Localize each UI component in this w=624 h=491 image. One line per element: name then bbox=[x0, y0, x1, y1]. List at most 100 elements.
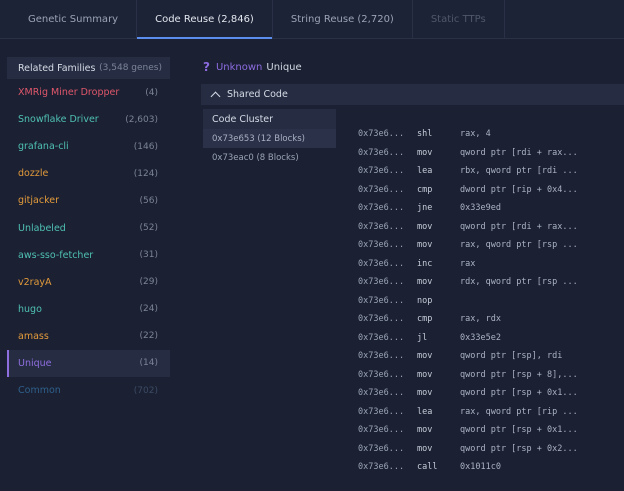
instruction-mnemonic: mov bbox=[417, 443, 433, 454]
instruction-mnemonic: jne bbox=[417, 203, 433, 214]
instruction-address: 0x73e6... bbox=[358, 147, 405, 158]
family-item[interactable]: XMRig Miner Dropper (4) bbox=[7, 79, 170, 106]
assembly-row: 0x73e6... mov qword ptr [rsp + 0x1... bbox=[358, 384, 624, 403]
family-name: Unique bbox=[18, 357, 52, 369]
instruction-address: 0x73e6... bbox=[358, 258, 405, 269]
instruction-operands: qword ptr [rsp + 0x1... bbox=[460, 425, 578, 436]
tab-string-reuse[interactable]: String Reuse (2,720) bbox=[273, 0, 413, 38]
instruction-address: 0x73e6... bbox=[358, 406, 405, 417]
family-name: gitjacker bbox=[18, 195, 59, 207]
chevron-up-icon bbox=[210, 91, 221, 102]
instruction-mnemonic: mov bbox=[417, 221, 433, 232]
instruction-operands: qword ptr [rsp + 0x1... bbox=[460, 388, 578, 399]
family-item[interactable]: dozzle (124) bbox=[7, 160, 170, 187]
instruction-mnemonic: nop bbox=[417, 295, 433, 306]
family-count: (14) bbox=[139, 358, 158, 369]
family-item[interactable]: aws-sso-fetcher (31) bbox=[7, 242, 170, 269]
instruction-address: 0x73e6... bbox=[358, 240, 405, 251]
assembly-row: 0x73e6... mov qword ptr [rdi + rax... bbox=[358, 218, 624, 237]
instruction-address: 0x73e6... bbox=[358, 166, 405, 177]
assembly-row: 0x73e6... mov qword ptr [rsp + 0x2... bbox=[358, 440, 624, 459]
instruction-operands: qword ptr [rsp], rdi bbox=[460, 351, 563, 362]
instruction-address: 0x73e6... bbox=[358, 295, 405, 306]
instruction-mnemonic: lea bbox=[417, 406, 433, 417]
instruction-address: 0x73e6... bbox=[358, 184, 405, 195]
code-cluster-item[interactable]: 0x73e653 (12 Blocks) bbox=[203, 129, 336, 148]
assembly-row: 0x73e6... mov rax, qword ptr [rsp ... bbox=[358, 236, 624, 255]
instruction-address: 0x73e6... bbox=[358, 129, 405, 140]
family-item[interactable]: gitjacker (56) bbox=[7, 187, 170, 214]
family-name: amass bbox=[18, 330, 49, 342]
instruction-mnemonic: cmp bbox=[417, 184, 433, 195]
instruction-mnemonic: jl bbox=[417, 332, 428, 343]
assembly-row: 0x73e6... mov qword ptr [rsp + 0x1... bbox=[358, 421, 624, 440]
instruction-address: 0x73e6... bbox=[358, 369, 405, 380]
assembly-row: 0x73e6... shl rax, 4 bbox=[358, 125, 624, 144]
family-item[interactable]: amass (22) bbox=[7, 323, 170, 350]
assembly-row: 0x73e6... jl 0x33e5e2 bbox=[358, 329, 624, 348]
tab-code-reuse[interactable]: Code Reuse (2,846) bbox=[137, 0, 273, 39]
family-count: (146) bbox=[133, 141, 158, 152]
instruction-operands: rax, qword ptr [rip ... bbox=[460, 406, 578, 417]
instruction-operands: rax, qword ptr [rsp ... bbox=[460, 240, 578, 251]
assembly-listing: 0x73e6... shl rax, 4 0x73e6... mov qword ptr … bbox=[358, 125, 624, 477]
code-cluster-header: Code Cluster bbox=[203, 109, 336, 129]
assembly-row: 0x73e6... lea rax, qword ptr [rip ... bbox=[358, 403, 624, 422]
family-item[interactable]: hugo (24) bbox=[7, 296, 170, 323]
instruction-operands: dword ptr [rip + 0x4... bbox=[460, 184, 578, 195]
code-cluster-item[interactable]: 0x73eac0 (8 Blocks) bbox=[203, 148, 336, 167]
instruction-mnemonic: inc bbox=[417, 258, 433, 269]
family-count: (4) bbox=[145, 87, 158, 98]
shared-code-toggle[interactable]: Shared Code bbox=[201, 84, 624, 105]
tab-genetic-summary[interactable]: Genetic Summary bbox=[10, 0, 138, 38]
tab-static-ttps[interactable]: Static TTPs bbox=[413, 0, 505, 38]
assembly-row: 0x73e6... nop bbox=[358, 292, 624, 311]
instruction-address: 0x73e6... bbox=[358, 443, 405, 454]
instruction-mnemonic: mov bbox=[417, 240, 433, 251]
instruction-mnemonic: shl bbox=[417, 129, 433, 140]
assembly-row: 0x73e6... cmp rax, rdx bbox=[358, 310, 624, 329]
instruction-operands: 0x33e5e2 bbox=[460, 332, 501, 343]
instruction-mnemonic: mov bbox=[417, 351, 433, 362]
classification-label: Unknown bbox=[215, 61, 263, 73]
family-item[interactable]: Unlabeled (52) bbox=[7, 214, 170, 241]
family-count: (22) bbox=[139, 331, 158, 342]
family-count: (124) bbox=[133, 168, 158, 179]
code-cluster-panel: Code Cluster 0x73e653 (12 Blocks) 0x73ea… bbox=[203, 109, 336, 167]
instruction-mnemonic: mov bbox=[417, 369, 433, 380]
classification-line: ? Unknown Unique bbox=[203, 60, 302, 74]
question-icon: ? bbox=[203, 60, 210, 74]
instruction-operands: rdx, qword ptr [rsp ... bbox=[460, 277, 578, 288]
family-name: XMRig Miner Dropper bbox=[18, 87, 120, 99]
family-name: aws-sso-fetcher bbox=[18, 249, 94, 261]
instruction-mnemonic: mov bbox=[417, 147, 433, 158]
family-list: XMRig Miner Dropper (4) Snowflake Driver (2… bbox=[7, 79, 170, 404]
instruction-address: 0x73e6... bbox=[358, 332, 405, 343]
instruction-operands: qword ptr [rdi + rax... bbox=[460, 147, 578, 158]
family-name: Common bbox=[18, 385, 61, 397]
instruction-operands: qword ptr [rsp + 8],... bbox=[460, 369, 578, 380]
instruction-mnemonic: call bbox=[417, 462, 438, 473]
assembly-row: 0x73e6... mov qword ptr [rdi + rax... bbox=[358, 144, 624, 163]
instruction-address: 0x73e6... bbox=[358, 462, 405, 473]
family-item[interactable]: Common (702) bbox=[7, 377, 170, 404]
family-count: (56) bbox=[139, 195, 158, 206]
instruction-address: 0x73e6... bbox=[358, 425, 405, 436]
related-families-title: Related Families bbox=[18, 62, 96, 74]
assembly-row: 0x73e6... inc rax bbox=[358, 255, 624, 274]
instruction-address: 0x73e6... bbox=[358, 388, 405, 399]
family-item[interactable]: v2rayA (29) bbox=[7, 269, 170, 296]
family-item[interactable]: Unique (14) bbox=[7, 349, 170, 378]
instruction-mnemonic: mov bbox=[417, 425, 433, 436]
instruction-address: 0x73e6... bbox=[358, 221, 405, 232]
assembly-row: 0x73e6... mov qword ptr [rsp + 8],... bbox=[358, 366, 624, 385]
instruction-address: 0x73e6... bbox=[358, 314, 405, 325]
instruction-operands: rax, rdx bbox=[460, 314, 501, 325]
family-count: (24) bbox=[139, 304, 158, 315]
related-families-header: Related Families (3,548 genes) bbox=[7, 57, 170, 79]
instruction-mnemonic: mov bbox=[417, 388, 433, 399]
family-item[interactable]: grafana-cli (146) bbox=[7, 133, 170, 160]
instruction-operands: rax bbox=[460, 258, 476, 269]
family-item[interactable]: Snowflake Driver (2,603) bbox=[7, 106, 170, 133]
assembly-row: 0x73e6... mov rdx, qword ptr [rsp ... bbox=[358, 273, 624, 292]
